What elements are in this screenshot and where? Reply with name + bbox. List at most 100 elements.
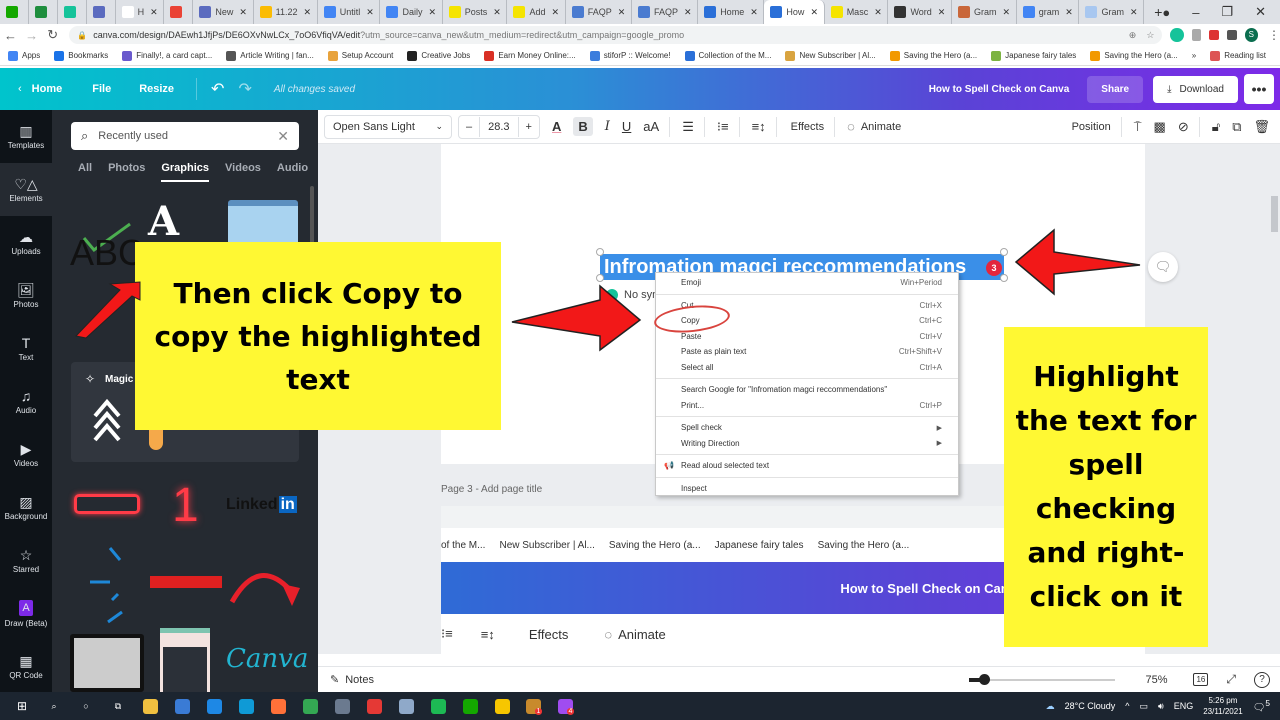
download-button[interactable]: ⤓ Download: [1153, 75, 1238, 103]
bold-button[interactable]: B: [573, 117, 593, 136]
bookmark-item[interactable]: stiforP :: Welcome!: [589, 50, 671, 61]
panel-tab-videos[interactable]: Videos: [225, 162, 261, 182]
browser-tab[interactable]: Posts ✕: [443, 0, 508, 24]
close-tab-icon[interactable]: ✕: [1003, 7, 1011, 18]
graphic-letter-a[interactable]: A: [148, 198, 192, 248]
graphic-curved-arrow[interactable]: [228, 562, 304, 610]
align-center-icon[interactable]: ☰: [682, 119, 694, 135]
weather-text[interactable]: 28°C Cloudy: [1065, 701, 1116, 711]
taskbar-app-sticky-notes[interactable]: [488, 692, 516, 720]
menu-item-inspect[interactable]: Inspect: [656, 481, 958, 497]
browser-tab[interactable]: [29, 0, 58, 24]
graphic-canva-logo[interactable]: Canva: [226, 644, 308, 674]
browser-tab[interactable]: FAQP ✕: [566, 0, 632, 24]
close-tab-icon[interactable]: ✕: [938, 7, 946, 18]
rail-item-audio[interactable]: ♫ Audio: [0, 375, 52, 428]
taskbar-app-paint[interactable]: [392, 692, 420, 720]
bookmark-item[interactable]: Finally!, a card capt...: [122, 50, 212, 61]
bookmark-item[interactable]: Creative Jobs: [407, 50, 470, 61]
zoom-percent[interactable]: 75%: [1145, 674, 1175, 686]
undo-icon[interactable]: ↶: [211, 79, 224, 99]
effects-button[interactable]: Effects: [791, 121, 824, 133]
star-icon[interactable]: ☆: [1146, 30, 1154, 41]
task-view-icon[interactable]: ⧉: [104, 692, 132, 720]
panel-tab-audio[interactable]: Audio: [277, 162, 308, 182]
taskbar-app-game[interactable]: 1: [520, 692, 548, 720]
page-title-label[interactable]: Page 3 - Add page title: [441, 484, 542, 495]
browser-tab[interactable]: [58, 0, 87, 24]
profile-avatar[interactable]: S: [1244, 28, 1258, 42]
lock-icon[interactable]: 🔓︎: [1212, 119, 1220, 135]
canvas-vertical-scrollbar[interactable]: [1268, 144, 1280, 654]
panel-tab-graphics[interactable]: Graphics: [161, 162, 210, 182]
font-size-value[interactable]: 28.3: [479, 116, 519, 137]
network-icon[interactable]: ▭: [1140, 701, 1149, 712]
close-window-icon[interactable]: ✕: [1255, 4, 1266, 20]
font-family-dropdown[interactable]: Open Sans Light ⌄: [324, 114, 452, 139]
close-tab-icon[interactable]: ✕: [684, 7, 692, 18]
zoom-icon[interactable]: ⊕: [1129, 30, 1137, 41]
browser-tab[interactable]: [0, 0, 29, 24]
rail-item-background[interactable]: ▨ Background: [0, 481, 52, 534]
new-tab-button[interactable]: +: [1154, 4, 1162, 20]
browser-tab[interactable]: Untitl ✕: [318, 0, 381, 24]
bookmark-item[interactable]: New Subscriber | Al...: [785, 50, 876, 61]
volume-icon[interactable]: 🔊︎: [1158, 701, 1164, 712]
minimize-icon[interactable]: –: [1192, 5, 1199, 20]
page-count-button[interactable]: 16: [1193, 673, 1209, 686]
read-aloud-extension-icon[interactable]: [1209, 30, 1219, 40]
close-tab-icon[interactable]: ✕: [750, 7, 758, 18]
home-button[interactable]: ‹ Home: [18, 83, 62, 95]
rail-item-text[interactable]: T Text: [0, 322, 52, 375]
resize-handle[interactable]: [596, 248, 604, 256]
bookmark-item[interactable]: Japanese fairy tales: [991, 50, 1076, 61]
close-tab-icon[interactable]: ✕: [551, 7, 559, 18]
taskbar-app-edge[interactable]: [232, 692, 260, 720]
browser-tab[interactable]: H ✕: [116, 0, 165, 24]
browser-tab[interactable]: Daily ✕: [380, 0, 443, 24]
taskbar-app-red-app[interactable]: [360, 692, 388, 720]
zoom-slider-knob[interactable]: [979, 673, 991, 685]
taskbar-app-spotify[interactable]: [424, 692, 452, 720]
bookmark-item[interactable]: Setup Account: [327, 50, 393, 61]
graphic-neon-rectangle[interactable]: [74, 494, 140, 514]
resize-handle[interactable]: [596, 274, 604, 282]
close-tab-icon[interactable]: ✕: [150, 7, 158, 18]
rail-item-videos[interactable]: ▶ Videos: [0, 428, 52, 481]
clear-search-icon[interactable]: ✕: [277, 128, 289, 145]
duplicate-icon[interactable]: ⧉: [1232, 119, 1241, 135]
browser-tab[interactable]: [164, 0, 194, 24]
taskbar-app-messenger[interactable]: 4: [552, 692, 580, 720]
transparency-icon[interactable]: ▩: [1154, 119, 1166, 135]
rail-item-photos[interactable]: 🖼 Photos: [0, 269, 52, 322]
graphic-blue-dashes[interactable]: [88, 546, 138, 626]
resize-handle[interactable]: [1000, 248, 1008, 256]
taskbar-app-upwork[interactable]: [456, 692, 484, 720]
rail-item-uploads[interactable]: ☁ Uploads: [0, 216, 52, 269]
add-comment-button[interactable]: 🗨︎: [1148, 252, 1178, 282]
search-icon[interactable]: ⌕: [40, 692, 68, 720]
notifications-icon[interactable]: 🗨︎5: [1253, 698, 1270, 713]
close-tab-icon[interactable]: ✕: [1065, 7, 1073, 18]
bookmark-item[interactable]: Saving the Hero (a...: [889, 50, 977, 61]
puzzle-icon[interactable]: [1226, 30, 1237, 40]
close-tab-icon[interactable]: ✕: [493, 7, 501, 18]
browser-tab[interactable]: Add ✕: [507, 0, 566, 24]
bookmark-item[interactable]: Earn Money Online:...: [484, 50, 576, 61]
underline-button[interactable]: U: [622, 119, 631, 134]
menu-item-spell[interactable]: Spell check ▶: [656, 420, 958, 436]
italic-button[interactable]: I: [605, 119, 610, 134]
back-icon[interactable]: ←: [0, 28, 21, 43]
browser-tab[interactable]: Gram ✕: [952, 0, 1017, 24]
panel-tab-photos[interactable]: Photos: [108, 162, 145, 182]
animate-button[interactable]: Animate: [861, 121, 901, 133]
graphic-phone-template[interactable]: [160, 628, 210, 692]
browser-tab[interactable]: 11.22 ✕: [254, 0, 318, 24]
windows-start-icon[interactable]: ⊞: [8, 692, 36, 720]
increase-size-button[interactable]: +: [519, 121, 539, 133]
resize-handle[interactable]: [1000, 274, 1008, 282]
bookmark-item[interactable]: Apps: [8, 50, 40, 61]
graphic-neon-one[interactable]: 1: [172, 478, 199, 533]
browser-tab[interactable]: Home ✕: [698, 0, 765, 24]
cortana-icon[interactable]: ○: [72, 692, 100, 720]
